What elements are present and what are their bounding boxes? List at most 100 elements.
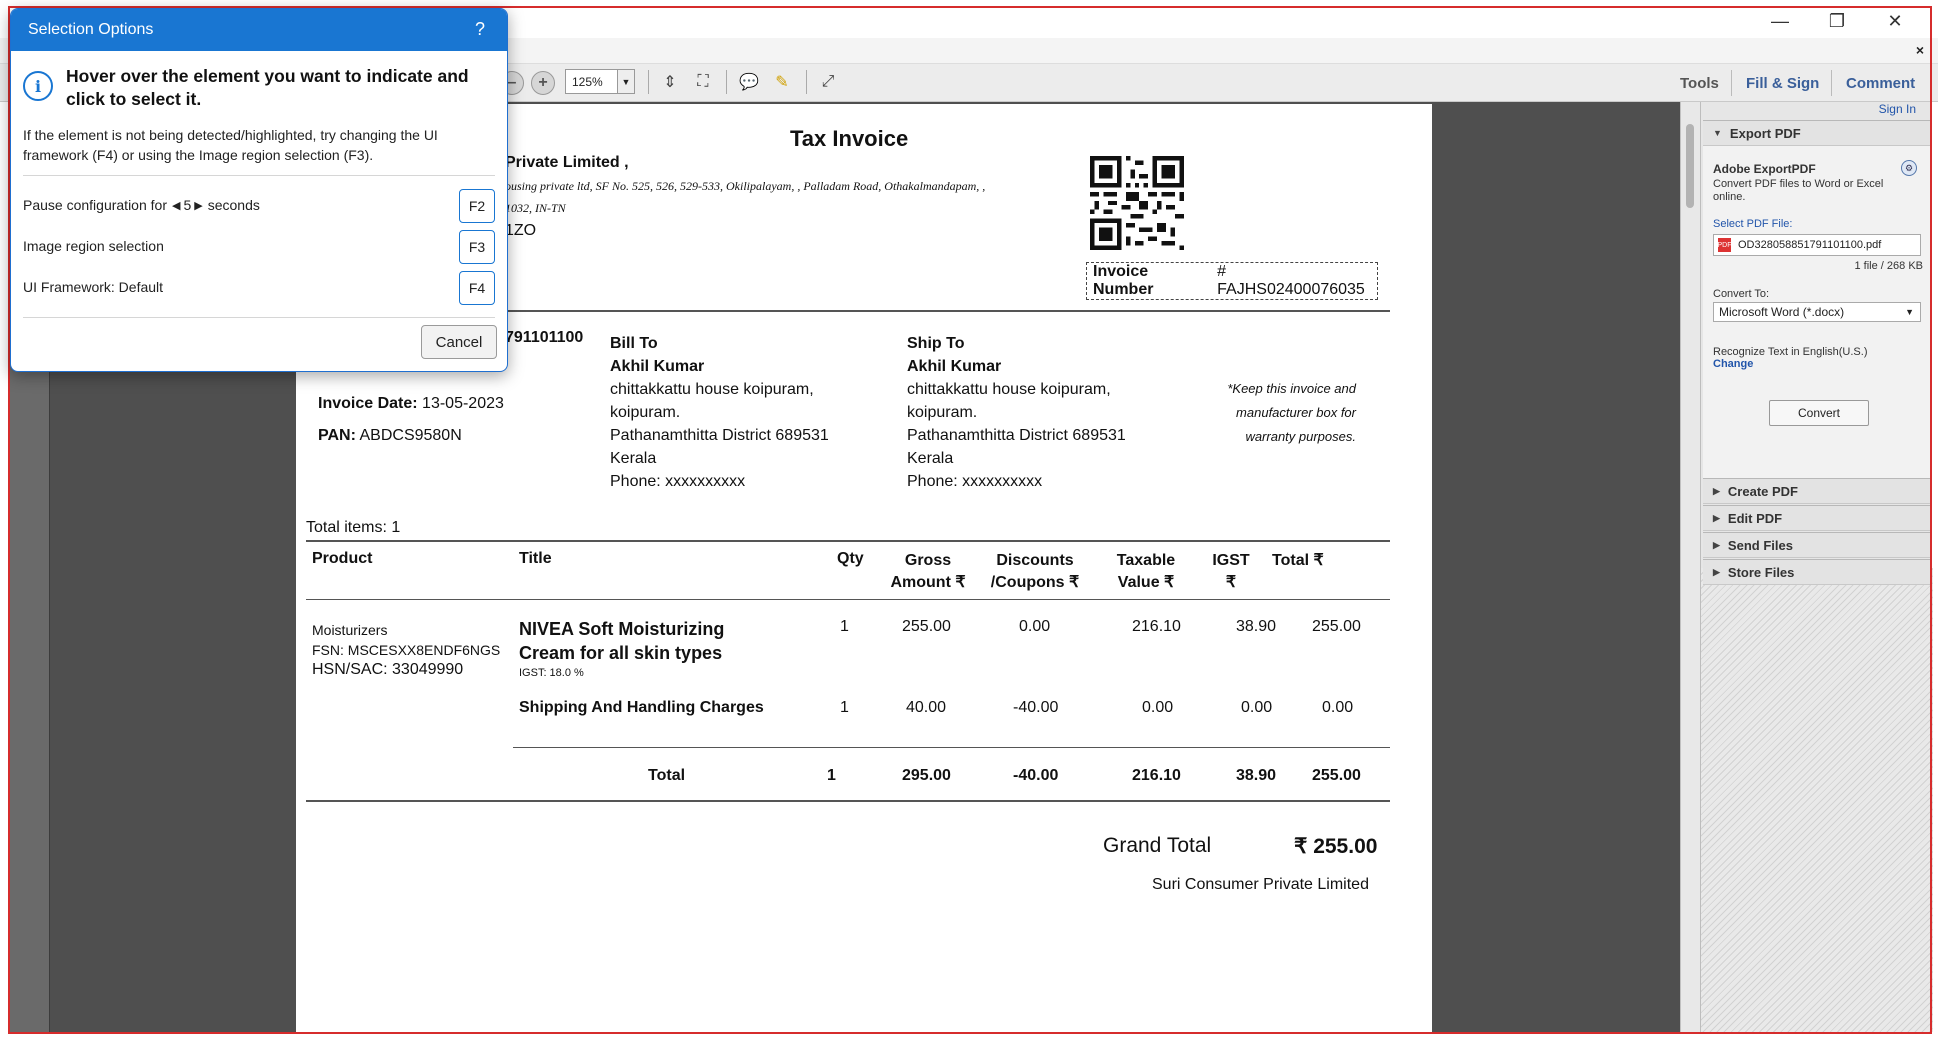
decrease-arrow-icon[interactable]: ◀ [172,199,180,212]
collapsed-triangle-icon: ▶ [1713,512,1720,523]
sticky-note-icon[interactable]: 💬 [737,70,761,94]
shipping-igst: 0.00 [1241,699,1273,716]
invoice-number-label: Invoice Number [1093,263,1154,298]
warranty-note: *Keep this invoice and manufacturer box … [1227,381,1356,444]
item-taxable: 216.10 [1132,618,1181,635]
increase-arrow-icon[interactable]: ▶ [194,199,202,212]
maximize-button[interactable]: ❐ [1808,4,1866,38]
shipping-gross: 40.00 [906,699,947,716]
close-window-button[interactable]: ✕ [1866,4,1924,38]
create-pdf-section-header[interactable]: ▶ Create PDF [1703,478,1931,504]
ui-framework-label: UI Framework: Default [23,279,164,295]
ui-framework-shortcut-button[interactable]: F4 [459,271,495,305]
edit-pdf-section-header[interactable]: ▶ Edit PDF [1703,505,1931,531]
totals-taxable: 216.10 [1132,767,1181,784]
scrollbar-thumb[interactable] [1686,124,1694,208]
export-pdf-panel: Adobe ExportPDF ⚙ Convert PDF files to W… [1703,146,1931,480]
item-igst: 38.90 [1236,618,1277,635]
toolbar-divider [726,70,727,94]
tools-tab[interactable]: Tools [1680,64,1719,102]
info-icon: i [23,71,53,101]
item-qty: 1 [840,618,849,635]
grand-total-value: ₹ 255.00 [1294,835,1378,858]
sign-in-link[interactable]: Sign In [1879,102,1916,116]
vertical-scrollbar[interactable] [1680,102,1700,1032]
totals-discount: -40.00 [1013,767,1059,784]
col-header-discounts: Discounts/Coupons ₹ [990,552,1080,591]
col-header-taxable: Taxable Value ₹ [1116,552,1176,591]
right-task-panel: Sign In ▼ Export PDF Adobe ExportPDF ⚙ C… [1700,102,1933,1032]
toolbar-divider [1731,70,1732,96]
dialog-instructions: If the element is not being detected/hig… [23,127,438,163]
shipping-taxable: 0.00 [1142,699,1174,716]
pause-configuration-row: Pause configuration for ◀ 5 ▶ seconds [23,197,260,213]
export-options-icon[interactable]: ⚙ [1901,160,1917,176]
chevron-down-icon: ▼ [1905,307,1914,317]
fill-sign-tab[interactable]: Fill & Sign [1746,64,1819,102]
pause-seconds-stepper[interactable]: ◀ 5 ▶ [172,197,203,213]
table-top-rule [306,540,1390,542]
minimize-button[interactable]: — [1751,4,1809,38]
toolbar-divider [806,70,807,94]
grand-total-label: Grand Total [1103,834,1212,857]
selected-pdf-file[interactable]: PDF OD328058851791101100.pdf [1713,234,1921,256]
col-header-igst: IGST ₹ [1212,552,1250,591]
seller-address-line-1: ousing private ltd, SF No. 525, 526, 529… [505,179,986,193]
highlight-text-icon[interactable]: ✎ [770,70,794,94]
zoom-level-field[interactable]: 125% ▼ [565,69,635,94]
item-gross: 255.00 [902,618,951,635]
convert-to-label: Convert To: [1713,288,1770,300]
shipping-title: Shipping And Handling Charges [519,699,764,716]
seller-name: Private Limited , [505,154,629,171]
expanded-triangle-icon: ▼ [1713,128,1722,138]
fit-width-icon[interactable]: ⛶ [691,70,715,94]
item-igst-note: IGST: 18.0 % [519,667,584,679]
zoom-dropdown-icon[interactable]: ▼ [617,69,635,94]
image-region-shortcut-button[interactable]: F3 [459,230,495,264]
cancel-button[interactable]: Cancel [421,325,497,359]
close-document-icon[interactable]: × [1916,42,1924,58]
invoice-number-box: Invoice Number # FAJHS02400076035 [1086,262,1378,300]
dialog-title-bar: Selection Options ? [11,9,507,51]
collapsed-triangle-icon: ▶ [1713,485,1720,496]
selection-options-dialog: Selection Options ? i Hover over the ele… [10,8,508,372]
col-header-total: Total ₹ [1272,552,1324,569]
pan-number: PAN: ABDCS9580N [318,427,462,444]
zoom-level-value: 125% [572,74,603,89]
dialog-heading: Hover over the element you want to indic… [66,66,469,109]
order-id-partial: 791101100 [505,329,584,346]
invoice-date: Invoice Date: 13-05-2023 [318,395,504,412]
help-icon[interactable]: ? [475,19,485,40]
dialog-divider [23,175,495,176]
convert-to-select[interactable]: Microsoft Word (*.docx) ▼ [1713,302,1921,322]
toolbar-divider [648,70,649,94]
invoice-title: Tax Invoice [790,126,909,151]
totals-igst: 38.90 [1236,767,1277,784]
totals-gross: 295.00 [902,767,951,784]
seller-code: 1ZO [505,222,537,239]
comment-tab[interactable]: Comment [1846,64,1915,102]
dialog-title: Selection Options [28,21,154,38]
col-header-title: Title [519,550,552,567]
ship-to-block: Ship To Akhil Kumar chittakkattu house k… [907,335,1126,490]
shipping-discount: -40.00 [1013,699,1059,716]
pause-shortcut-button[interactable]: F2 [459,189,495,223]
signatory-company: Suri Consumer Private Limited [1152,876,1369,893]
collapsed-triangle-icon: ▶ [1713,539,1720,550]
send-files-section-header[interactable]: ▶ Send Files [1703,532,1931,558]
pdf-file-icon: PDF [1718,238,1732,252]
totals-total: 255.00 [1312,767,1361,784]
convert-button[interactable]: Convert [1769,400,1869,426]
export-pdf-section-header[interactable]: ▼ Export PDF [1703,120,1931,146]
seller-address-line-2: 1032, IN-TN [505,201,566,215]
qr-code-image [1090,156,1184,250]
col-header-gross: Gross Amount ₹ [890,552,966,591]
fit-page-icon[interactable]: ⇕ [658,70,682,94]
change-language-link[interactable]: Change [1713,358,1753,370]
recognize-text-label: Recognize Text in English(U.S.) [1713,346,1868,358]
store-files-section-header[interactable]: ▶ Store Files [1703,559,1931,585]
invoice-number-value: # FAJHS02400076035 [1217,263,1365,298]
total-items: Total items: 1 [306,519,401,536]
full-screen-icon[interactable]: ⤢ [816,70,840,94]
zoom-in-icon[interactable]: + [531,71,555,95]
